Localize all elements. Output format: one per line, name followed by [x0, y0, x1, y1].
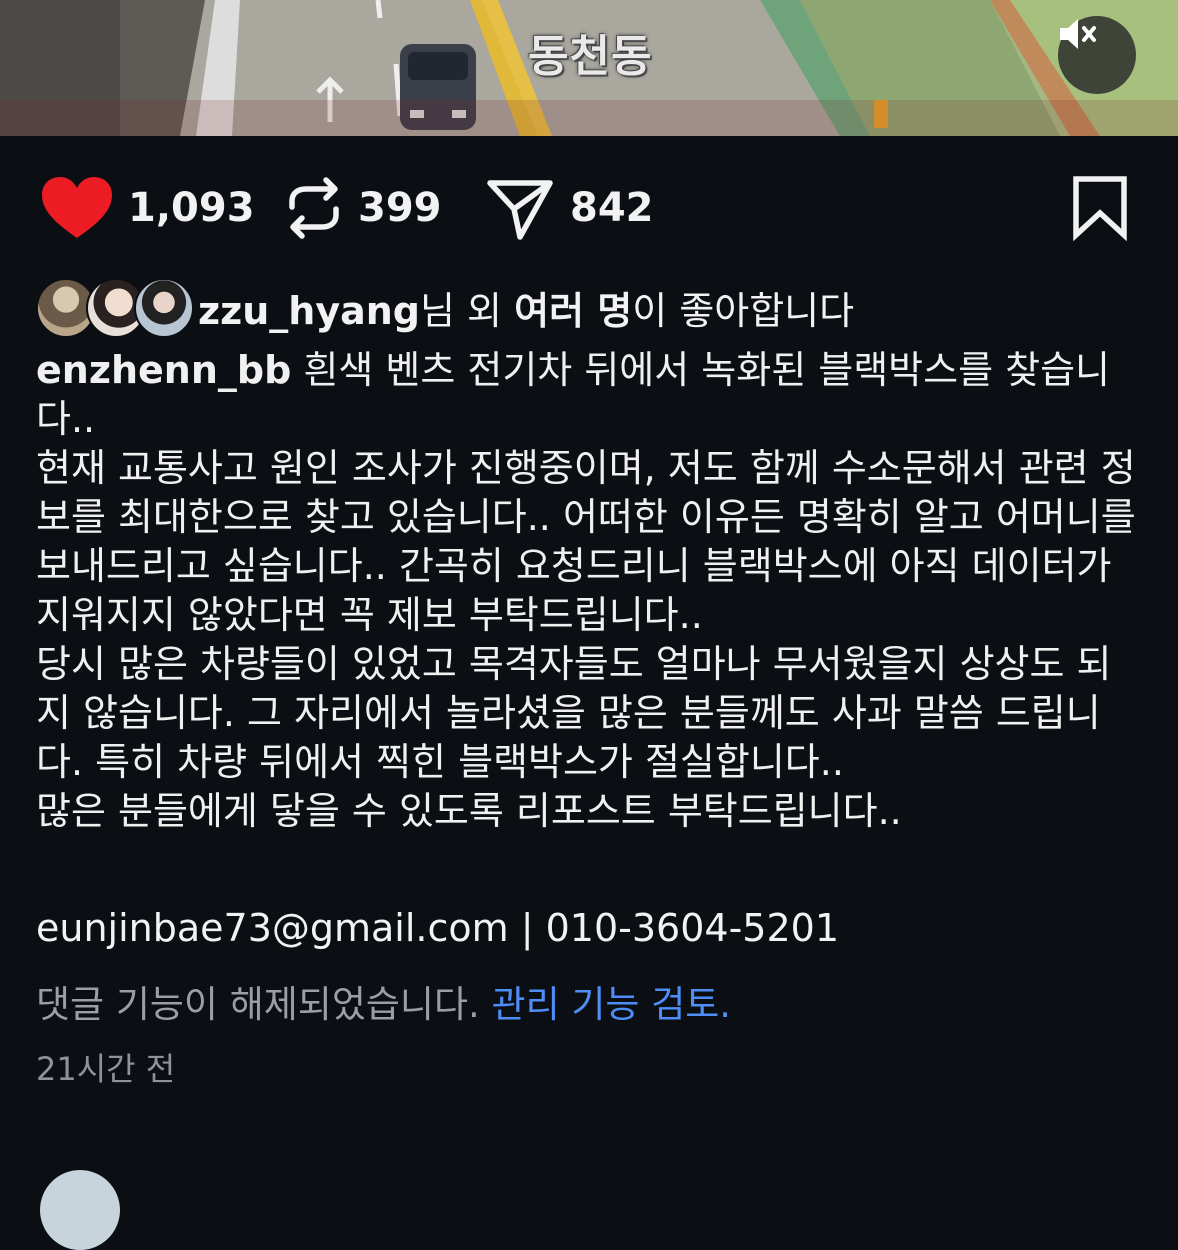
action-bar: 1,093 399 842 — [0, 160, 1178, 256]
review-controls-link[interactable]: 관리 기능 검토. — [492, 983, 732, 1026]
caption-paragraph: 당시 많은 차량들이 있었고 목격자들도 얼마나 무서웠을지 상상도 되지 않습… — [36, 642, 1112, 784]
liked-by-text: zzu_hyang님 외 여러 명이 좋아합니다 — [198, 280, 854, 335]
comments-disabled-notice: 댓글 기능이 해제되었습니다. 관리 기능 검토. — [36, 974, 731, 1028]
video-player[interactable]: 동천동 — [0, 0, 1178, 136]
like-button[interactable]: 1,093 — [40, 160, 255, 256]
contact-info: eunjinbae73@gmail.com | 010-3604-5201 — [36, 906, 839, 950]
liked-by-connector: 님 외 — [420, 288, 515, 333]
repost-count: 399 — [358, 185, 442, 231]
send-icon — [487, 180, 553, 240]
liked-by-row[interactable]: zzu_hyang님 외 여러 명이 좋아합니다 — [36, 276, 854, 338]
mute-button[interactable] — [1058, 16, 1136, 94]
post-timestamp: 21시간 전 — [36, 1050, 176, 1088]
avatar[interactable] — [40, 1170, 120, 1250]
save-button[interactable] — [1070, 160, 1130, 256]
share-button[interactable]: 842 — [486, 160, 654, 256]
liked-by-others[interactable]: 여러 명 — [514, 289, 632, 333]
caption-paragraph: enzhenn_bb 흰색 벤츠 전기차 뒤에서 녹화된 블랙박스를 찾습니다.… — [36, 346, 1146, 444]
liked-by-suffix: 이 좋아합니다 — [632, 288, 855, 333]
caption-paragraph: 많은 분들에게 닿을 수 있도록 리포스트 부탁드립니다.. — [36, 789, 902, 833]
post-caption: enzhenn_bb 흰색 벤츠 전기차 뒤에서 녹화된 블랙박스를 찾습니다.… — [36, 346, 1146, 836]
caption-paragraph: 현재 교통사고 원인 조사가 진행중이며, 저도 함께 수소문해서 관련 정보를… — [36, 446, 1136, 637]
avatar — [134, 278, 194, 338]
video-overlay-text: 동천동 — [528, 31, 653, 82]
repost-button[interactable]: 399 — [284, 160, 442, 256]
heart-icon — [42, 177, 112, 238]
liker-username[interactable]: zzu_hyang — [198, 289, 420, 333]
speaker-muted-icon — [1060, 19, 1096, 49]
like-count: 1,093 — [128, 185, 255, 231]
bookmark-icon — [1073, 176, 1127, 241]
liker-avatars — [36, 276, 194, 338]
comments-disabled-text: 댓글 기능이 해제되었습니다. — [36, 983, 480, 1026]
share-count: 842 — [570, 185, 654, 231]
repost-icon — [289, 177, 339, 239]
author-username[interactable]: enzhenn_bb — [36, 348, 291, 392]
